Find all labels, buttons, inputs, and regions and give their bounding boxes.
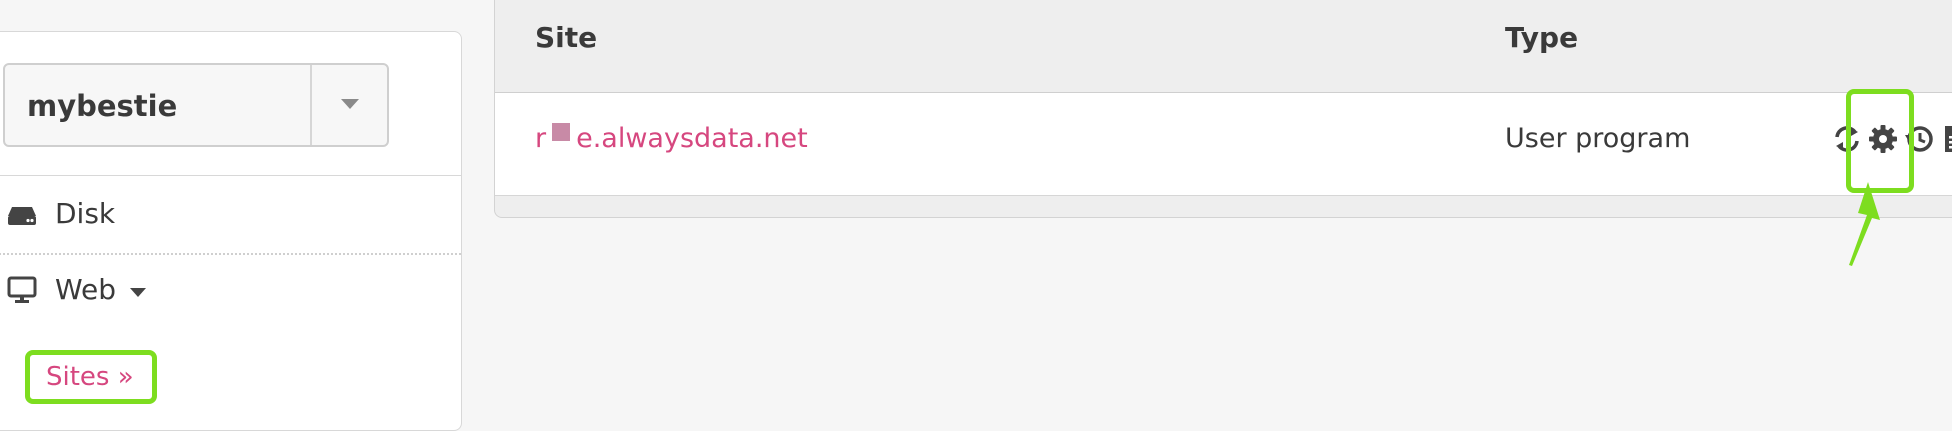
account-select[interactable]: mybestie: [3, 63, 389, 147]
sidebar: mybestie Disk Web Sites »: [0, 31, 462, 431]
column-header-type[interactable]: Type: [1505, 21, 1578, 54]
sidebar-item-label: Disk: [55, 197, 116, 230]
site-address-link[interactable]: r e.alwaysdata.net: [535, 123, 808, 154]
sidebar-item-label: Web: [55, 273, 117, 306]
table-header: Site Type: [495, 0, 1952, 93]
sidebar-item-web[interactable]: Web: [7, 273, 147, 306]
restart-icon[interactable]: [1831, 123, 1863, 155]
monitor-icon: [7, 275, 37, 305]
table-row: r e.alwaysdata.net User program: [495, 93, 1952, 196]
site-address-suffix: e.alwaysdata.net: [576, 123, 808, 154]
sidebar-item-disk[interactable]: Disk: [7, 197, 115, 230]
site-address-prefix: r: [535, 123, 547, 154]
history-icon[interactable]: [1903, 123, 1935, 155]
row-actions: [1831, 123, 1952, 155]
account-name: mybestie: [27, 89, 178, 123]
redaction-block: [552, 123, 571, 141]
caret-down-icon[interactable]: [341, 99, 359, 109]
sidebar-subitem-label: Sites »: [46, 362, 134, 392]
select-divider: [310, 65, 312, 145]
hdd-icon: [7, 199, 37, 229]
sidebar-divider: [0, 175, 461, 176]
settings-gear-icon[interactable]: [1867, 123, 1899, 155]
caret-down-icon: [130, 288, 147, 297]
sites-panel: Site Type r e.alwaysdata.net User program: [494, 0, 1952, 218]
sidebar-dotted-divider: [0, 253, 461, 255]
column-header-site[interactable]: Site: [535, 21, 597, 54]
sidebar-subitem-sites[interactable]: Sites »: [25, 350, 157, 404]
site-type: User program: [1505, 123, 1691, 154]
logs-icon[interactable]: [1939, 123, 1952, 155]
